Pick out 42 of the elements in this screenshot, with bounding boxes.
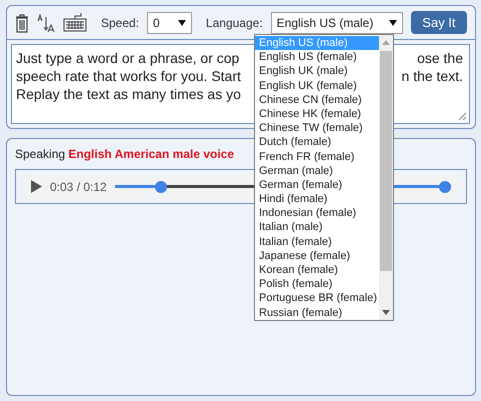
language-option[interactable]: English US (female) [255, 50, 379, 64]
progress-thumb[interactable] [155, 180, 168, 192]
language-select[interactable]: English US (male) [270, 12, 403, 34]
font-size-icon[interactable] [37, 12, 55, 32]
text-line: Just type a word or a phrase, or cop [16, 49, 240, 67]
language-option[interactable]: Russian (female) [255, 306, 379, 320]
say-it-button[interactable]: Say It [410, 11, 467, 34]
volume-thumb[interactable] [439, 180, 451, 192]
time-display: 0:03 / 0:12 [50, 180, 107, 194]
language-option[interactable]: Italian (male) [255, 220, 379, 235]
play-icon[interactable] [31, 180, 42, 193]
language-option[interactable]: Korean (female) [255, 263, 379, 278]
language-option[interactable]: Indonesian (female) [255, 206, 379, 220]
keyboard-icon[interactable] [63, 12, 87, 32]
scrollbar[interactable] [379, 35, 393, 320]
language-option[interactable]: German (female) [255, 178, 379, 192]
text-line: ose the [417, 49, 463, 67]
language-option[interactable]: Portuguese BR (female) [255, 291, 379, 306]
caret-icon [388, 20, 397, 26]
resize-handle-icon[interactable] [458, 112, 467, 121]
text-line: n the text. [402, 67, 463, 85]
language-label: Language: [206, 16, 263, 30]
language-option[interactable]: Chinese HK (female) [255, 106, 379, 122]
language-option[interactable]: English UK (female) [255, 78, 379, 93]
language-option[interactable]: English UK (male) [255, 64, 379, 79]
language-option[interactable]: French FR (female) [255, 150, 379, 164]
caret-icon [178, 20, 186, 26]
speed-select[interactable]: 0 [147, 12, 192, 34]
speaking-status: Speaking English American male voice [15, 147, 234, 161]
language-option[interactable]: Italian (female) [255, 234, 379, 249]
language-option[interactable]: Dutch (female) [255, 135, 379, 150]
language-option[interactable]: Japanese (female) [255, 248, 379, 263]
text-line: Replay the text as many times as yo [16, 85, 241, 103]
language-option[interactable]: Hindi (female) [255, 192, 379, 206]
language-option[interactable]: Chinese CN (female) [255, 92, 379, 107]
speed-label: Speed: [101, 16, 140, 30]
language-option[interactable]: Chinese TW (female) [255, 121, 379, 136]
text-line: speech rate that works for you. Start [16, 67, 241, 85]
trash-icon[interactable] [15, 12, 29, 32]
scroll-down-icon[interactable] [382, 310, 390, 315]
language-option[interactable]: Polish (female) [255, 277, 379, 292]
language-option[interactable]: German (male) [255, 164, 379, 178]
